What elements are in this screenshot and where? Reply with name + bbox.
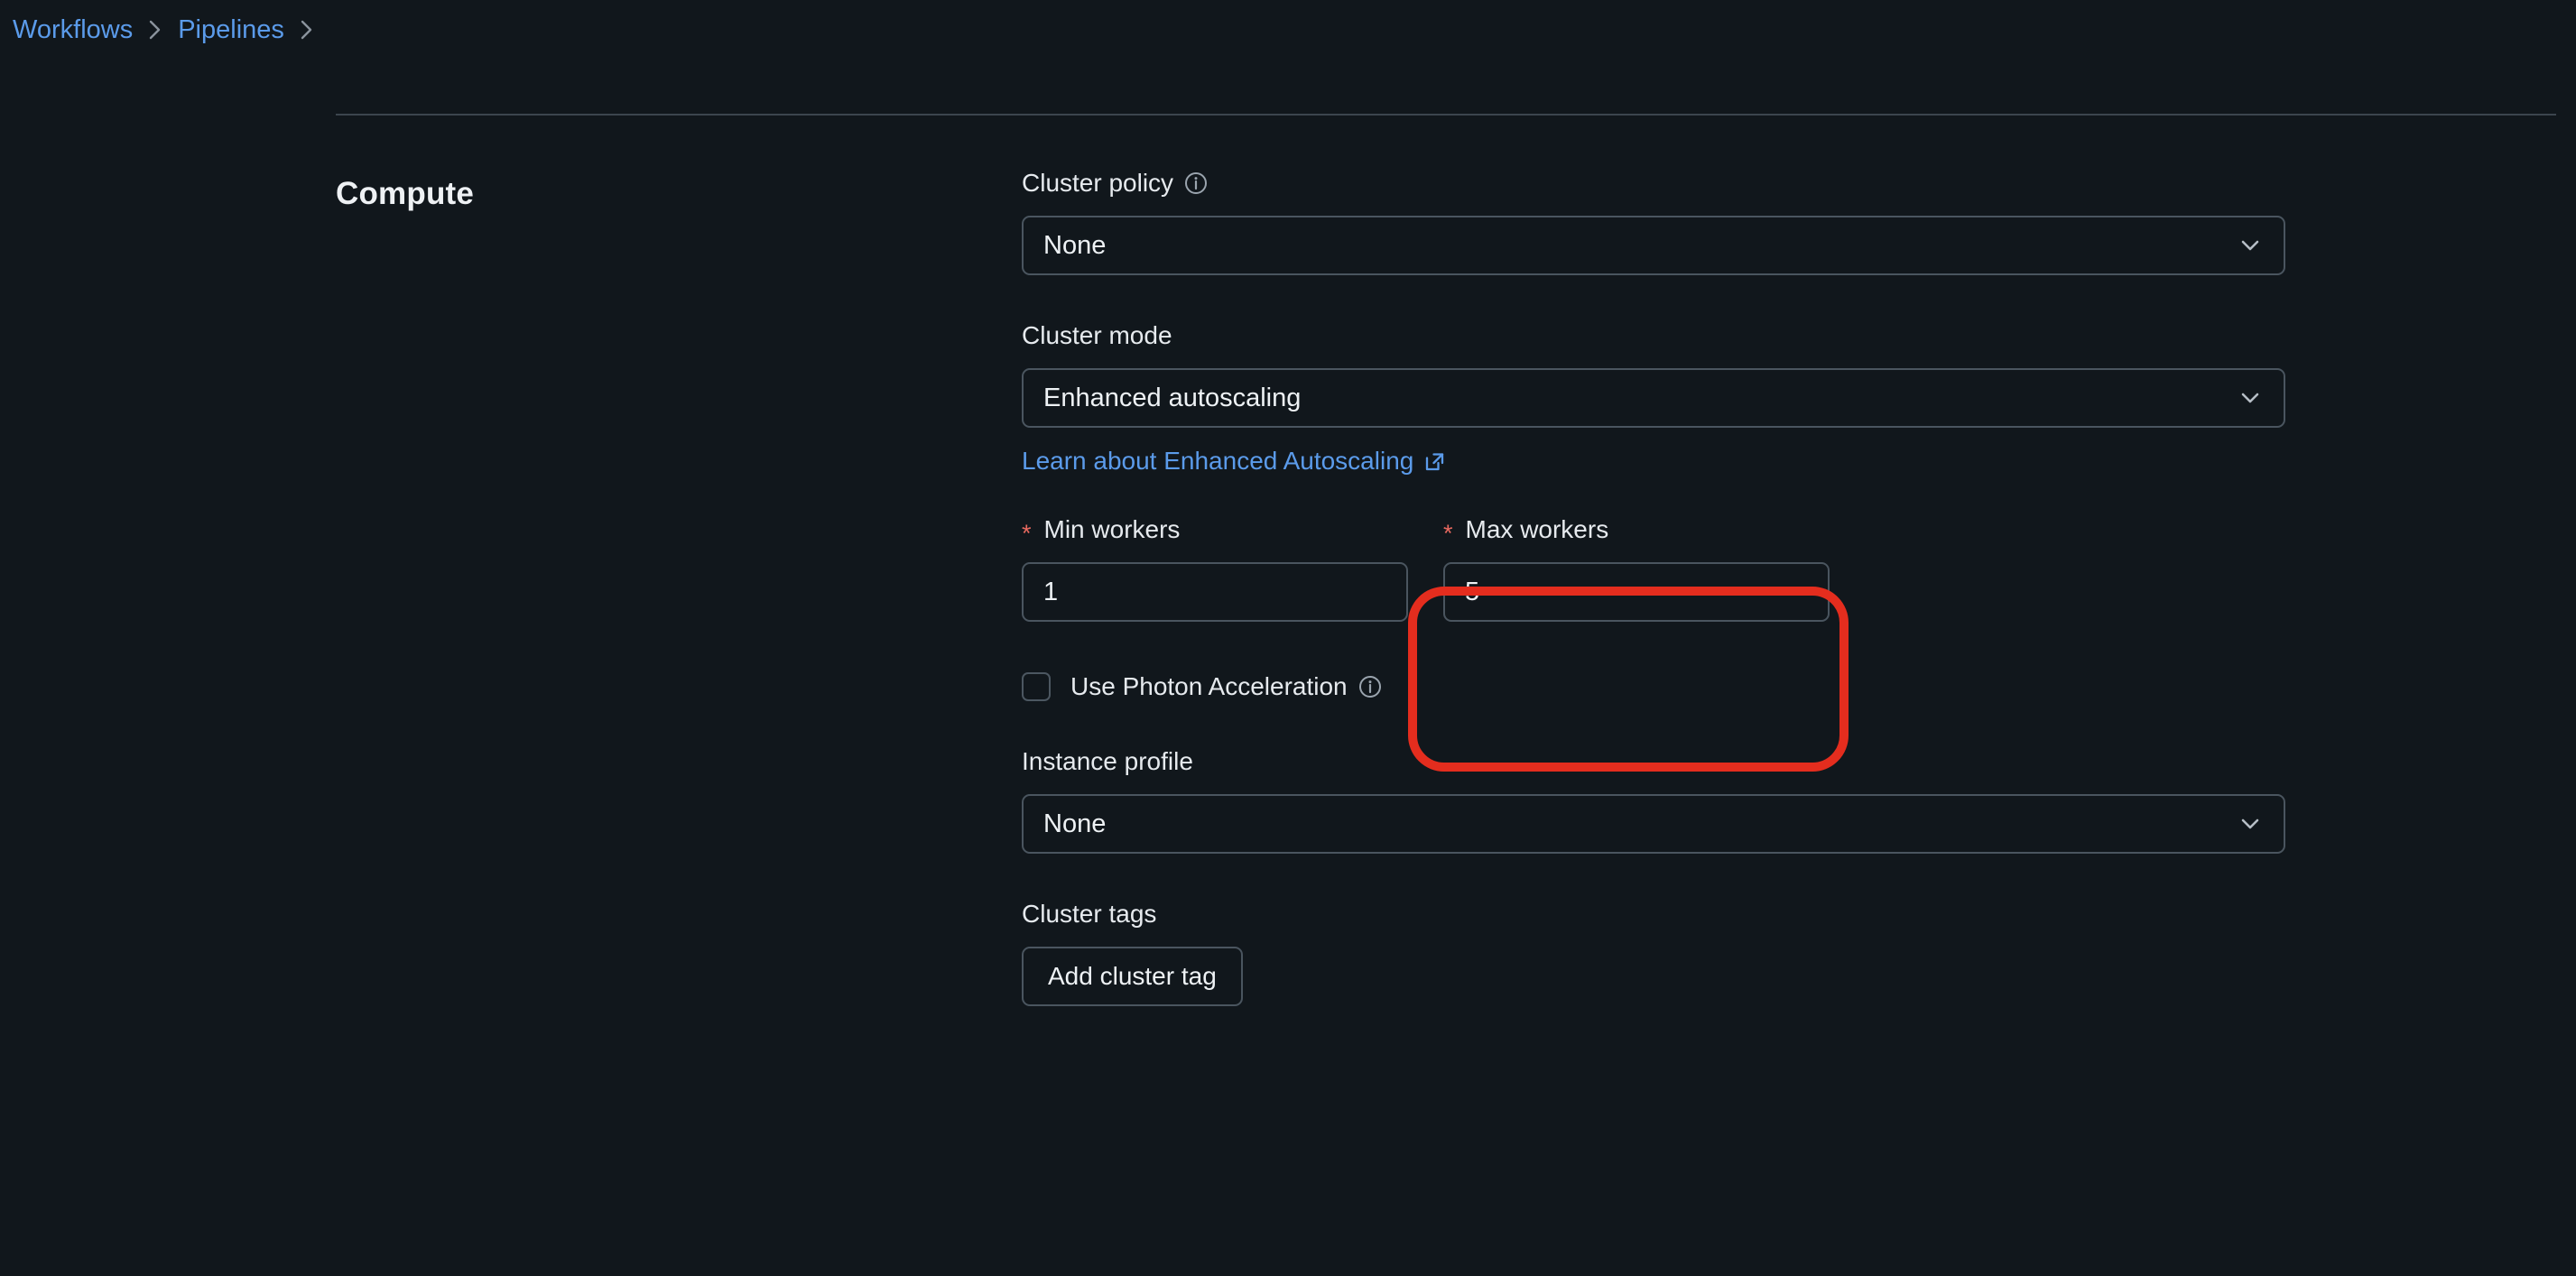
header-divider	[336, 114, 2556, 116]
field-min-workers: * Min workers	[1022, 514, 1408, 622]
breadcrumb: Workflows Pipelines	[0, 0, 329, 60]
instance-profile-label: Instance profile	[1022, 746, 2285, 777]
info-icon[interactable]	[1358, 675, 1382, 698]
cluster-mode-label-text: Cluster mode	[1022, 321, 1172, 349]
cluster-policy-label-text: Cluster policy	[1022, 169, 1174, 197]
field-instance-profile: Instance profile None	[1022, 746, 2285, 854]
required-marker: *	[1443, 520, 1453, 547]
compute-form: Cluster policy None Cluster mode Enhance…	[1022, 168, 2285, 1006]
min-workers-label-text: Min workers	[1043, 515, 1181, 543]
max-workers-label: * Max workers	[1443, 514, 1830, 547]
max-workers-label-text: Max workers	[1465, 515, 1609, 543]
chevron-right-icon-trailing	[284, 17, 329, 42]
external-link-icon	[1423, 450, 1446, 473]
workers-row: * Min workers * Max workers	[1022, 514, 2285, 622]
field-cluster-policy: Cluster policy None	[1022, 168, 2285, 275]
min-workers-input[interactable]	[1022, 562, 1408, 622]
cluster-tags-label-text: Cluster tags	[1022, 900, 1157, 928]
field-max-workers: * Max workers	[1443, 514, 1830, 622]
photon-acceleration-row[interactable]: Use Photon Acceleration	[1022, 672, 2285, 701]
instance-profile-label-text: Instance profile	[1022, 747, 1193, 775]
chevron-right-icon	[133, 17, 178, 42]
photon-label-text: Use Photon Acceleration	[1070, 672, 1348, 700]
cluster-policy-label: Cluster policy	[1022, 168, 2285, 199]
add-cluster-tag-button[interactable]: Add cluster tag	[1022, 947, 1243, 1006]
field-cluster-mode: Cluster mode Enhanced autoscaling Learn …	[1022, 320, 2285, 476]
breadcrumb-item-workflows[interactable]: Workflows	[13, 14, 133, 45]
required-marker: *	[1022, 520, 1032, 547]
breadcrumb-item-pipelines[interactable]: Pipelines	[178, 14, 284, 45]
info-icon[interactable]	[1184, 171, 1208, 195]
cluster-mode-label: Cluster mode	[1022, 320, 2285, 351]
chevron-down-icon	[2238, 386, 2262, 410]
cluster-policy-select[interactable]: None	[1022, 216, 2285, 275]
use-photon-acceleration-checkbox[interactable]	[1022, 672, 1051, 701]
page-title: Compute	[336, 176, 475, 211]
learn-link-text: Learn about Enhanced Autoscaling	[1022, 447, 1414, 475]
cluster-policy-value: None	[1043, 230, 1107, 260]
photon-label: Use Photon Acceleration	[1070, 672, 1382, 701]
cluster-mode-select[interactable]: Enhanced autoscaling	[1022, 368, 2285, 428]
instance-profile-select[interactable]: None	[1022, 794, 2285, 854]
field-cluster-tags: Cluster tags Add cluster tag	[1022, 899, 2285, 1006]
cluster-mode-value: Enhanced autoscaling	[1043, 383, 1302, 412]
chevron-down-icon	[2238, 812, 2262, 836]
learn-about-enhanced-autoscaling-link[interactable]: Learn about Enhanced Autoscaling	[1022, 446, 1446, 476]
max-workers-input[interactable]	[1443, 562, 1830, 622]
compute-settings-page: Workflows Pipelines Compute Cluster poli…	[0, 0, 2576, 1276]
chevron-down-icon	[2238, 234, 2262, 257]
instance-profile-value: None	[1043, 809, 1107, 838]
cluster-tags-label: Cluster tags	[1022, 899, 2285, 929]
min-workers-label: * Min workers	[1022, 514, 1408, 547]
